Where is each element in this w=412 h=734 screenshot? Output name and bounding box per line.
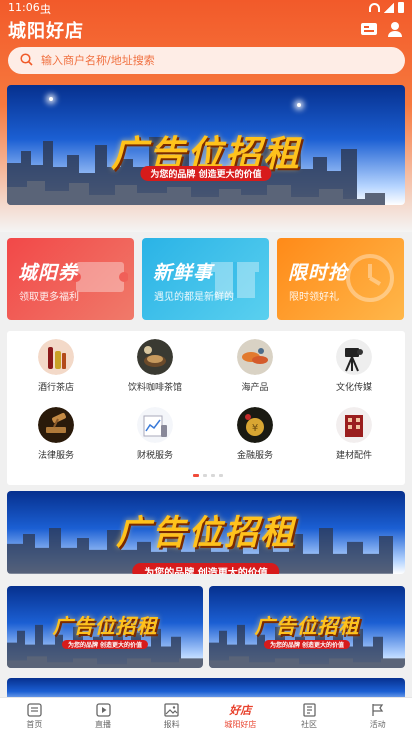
nav-report[interactable]: 报料: [137, 698, 206, 734]
bank-icon: ¥: [237, 407, 273, 443]
law-icon: [38, 407, 74, 443]
page-dot: [203, 474, 207, 477]
page-dot-active: [193, 474, 199, 477]
category-item[interactable]: ¥ 金融服务: [215, 407, 295, 461]
category-label: 建材配件: [335, 451, 372, 461]
nav-live[interactable]: 直播: [69, 698, 138, 734]
middle-ad-banner[interactable]: 广告位招租 为您的品牌 创造更大的价值: [7, 491, 405, 574]
category-label: 金融服务: [236, 451, 273, 461]
small-ad-banner-left[interactable]: 广告位招租 为您的品牌 创造更大的价值: [7, 586, 203, 668]
svg-text:¥: ¥: [252, 423, 258, 434]
camera-icon: [336, 339, 372, 375]
category-item[interactable]: 法律服务: [16, 407, 96, 461]
search-input[interactable]: [41, 54, 371, 67]
status-bar: 11:06 虫: [0, 0, 412, 16]
category-label: 法律服务: [37, 451, 74, 461]
nav-community[interactable]: 社区: [275, 698, 344, 734]
sparkle: [49, 97, 53, 101]
coupon-icon: [72, 262, 128, 292]
promo-card-coupon[interactable]: 城阳券 领取更多福利: [7, 238, 134, 320]
category-grid: 酒行茶店 饮料咖啡茶馆 海产品 文化传媒 法律服务 财税服务 ¥ 金融服务 建材…: [7, 331, 405, 485]
home-icon: [0, 702, 69, 717]
nav-label: 社区: [301, 720, 318, 729]
battery-icon: [398, 2, 404, 13]
search-bar[interactable]: [8, 47, 405, 74]
nav-label: 报料: [163, 720, 180, 729]
clock-icon: [346, 254, 394, 302]
sparkle: [297, 103, 301, 107]
promo-card-news[interactable]: 新鲜事 遇见的都是新鲜的: [142, 238, 269, 320]
category-item[interactable]: 建材配件: [314, 407, 394, 461]
finance-icon: [137, 407, 173, 443]
search-icon: [20, 51, 33, 70]
page-indicator: [193, 474, 223, 477]
top-ad-banner[interactable]: 广告位招租 为您的品牌 创造更大的价值: [7, 85, 405, 205]
banner-subtitle: 为您的品牌 创造更大的价值: [132, 563, 280, 574]
category-label: 文化传媒: [335, 383, 372, 393]
page-dot: [219, 474, 223, 477]
promo-card-flash-sale[interactable]: 限时抢 限时领好礼: [277, 238, 404, 320]
banner-title: 广告位招租: [52, 614, 158, 638]
store-logo-icon: 好店: [206, 702, 275, 717]
banner-subtitle: 为您的品牌 创造更大的价值: [263, 640, 351, 649]
promo-title: 限时抢: [288, 262, 349, 284]
category-label: 财税服务: [136, 451, 173, 461]
promo-subtitle: 限时领好礼: [289, 292, 339, 303]
live-icon: [69, 702, 138, 717]
wifi-icon: [369, 3, 380, 12]
nav-label: 活动: [369, 720, 386, 729]
category-label: 海产品: [241, 383, 269, 393]
category-item[interactable]: 财税服务: [115, 407, 195, 461]
nav-activity[interactable]: 活动: [343, 698, 412, 734]
bottom-navigation: 首页 直播 报料 好店 城阳好店 社区 活动: [0, 697, 412, 734]
signal-icon: [384, 2, 394, 13]
store-logo-text: 好店: [229, 703, 252, 717]
category-item[interactable]: 饮料咖啡茶馆: [115, 339, 195, 393]
image-icon: [137, 702, 206, 717]
promo-subtitle: 领取更多福利: [19, 292, 79, 303]
nav-label: 首页: [26, 720, 43, 729]
banner-subtitle: 为您的品牌 创造更大的价值: [140, 166, 272, 181]
banner-subtitle: 为您的品牌 创造更大的价值: [61, 640, 149, 649]
promo-title: 新鲜事: [153, 262, 214, 284]
status-time: 11:06: [8, 1, 40, 14]
community-icon: [275, 702, 344, 717]
status-carrier: 虫: [40, 3, 51, 16]
coffee-icon: [137, 339, 173, 375]
category-item[interactable]: 海产品: [215, 339, 295, 393]
banner-title: 广告位招租: [254, 614, 360, 638]
building-materials-icon: [336, 407, 372, 443]
seafood-icon: [237, 339, 273, 375]
nav-label: 城阳好店: [224, 720, 257, 729]
category-label: 酒行茶店: [37, 383, 74, 393]
liquor-icon: [38, 339, 74, 375]
header-actions: [360, 20, 404, 38]
category-item[interactable]: 酒行茶店: [16, 339, 96, 393]
nav-home[interactable]: 首页: [0, 698, 69, 734]
app-title: 城阳好店: [8, 21, 84, 42]
nav-store[interactable]: 好店 城阳好店: [206, 698, 275, 734]
nav-label: 直播: [95, 720, 111, 729]
scan-card-icon[interactable]: [360, 20, 378, 38]
status-icons: [369, 2, 404, 13]
user-icon[interactable]: [386, 20, 404, 38]
category-item[interactable]: 文化传媒: [314, 339, 394, 393]
page-dot: [211, 474, 215, 477]
banner-title: 广告位招租: [116, 513, 296, 553]
promo-subtitle: 遇见的都是新鲜的: [154, 292, 234, 303]
category-label: 饮料咖啡茶馆: [127, 383, 182, 393]
small-ad-banner-right[interactable]: 广告位招租 为您的品牌 创造更大的价值: [209, 586, 405, 668]
flag-icon: [343, 702, 412, 717]
promo-title: 城阳券: [18, 262, 79, 284]
